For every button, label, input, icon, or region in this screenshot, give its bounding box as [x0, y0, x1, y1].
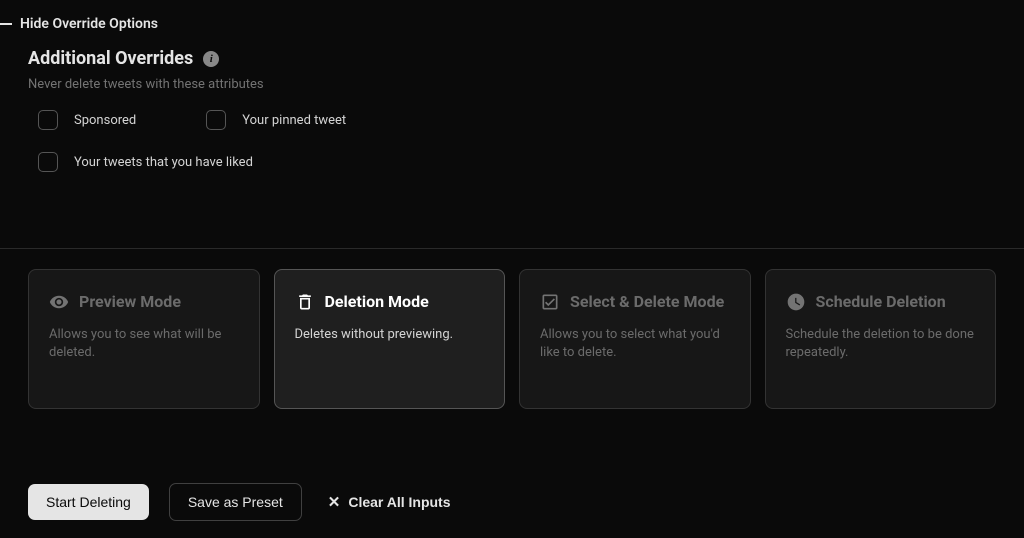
card-desc: Deletes without previewing. — [295, 326, 485, 344]
checkbox-sponsored-item[interactable]: Sponsored — [38, 110, 136, 130]
eye-icon — [49, 292, 69, 312]
card-title: Preview Mode — [79, 292, 181, 311]
trash-icon — [295, 292, 315, 312]
section-title: Additional Overrides — [28, 48, 193, 69]
card-title: Schedule Deletion — [816, 292, 946, 311]
card-title: Select & Delete Mode — [570, 292, 724, 311]
clear-inputs-button[interactable]: ✕ Clear All Inputs — [322, 483, 457, 521]
clock-icon — [786, 292, 806, 312]
close-icon: ✕ — [328, 493, 341, 511]
checkbox-pinned[interactable] — [206, 110, 226, 130]
checkbox-label: Your tweets that you have liked — [74, 155, 253, 170]
checkbox-label: Your pinned tweet — [242, 113, 346, 128]
card-title: Deletion Mode — [325, 292, 429, 311]
save-preset-button[interactable]: Save as Preset — [169, 483, 302, 521]
checkbox-icon — [540, 292, 560, 312]
clear-label: Clear All Inputs — [348, 494, 450, 510]
mode-card-schedule[interactable]: Schedule Deletion Schedule the deletion … — [765, 269, 997, 409]
checkbox-liked-item[interactable]: Your tweets that you have liked — [38, 152, 253, 172]
section-subtitle: Never delete tweets with these attribute… — [28, 77, 996, 92]
checkbox-sponsored[interactable] — [38, 110, 58, 130]
mode-card-deletion[interactable]: Deletion Mode Deletes without previewing… — [274, 269, 506, 409]
checkbox-liked[interactable] — [38, 152, 58, 172]
mode-card-preview[interactable]: Preview Mode Allows you to see what will… — [28, 269, 260, 409]
info-icon[interactable]: i — [203, 51, 219, 67]
hide-override-toggle[interactable]: Hide Override Options — [0, 0, 1024, 48]
minus-icon — [0, 23, 12, 25]
toggle-label: Hide Override Options — [20, 16, 158, 32]
checkbox-label: Sponsored — [74, 113, 136, 128]
checkbox-pinned-item[interactable]: Your pinned tweet — [206, 110, 346, 130]
start-deleting-button[interactable]: Start Deleting — [28, 484, 149, 520]
card-desc: Allows you to select what you'd like to … — [540, 326, 730, 362]
mode-card-select-delete[interactable]: Select & Delete Mode Allows you to selec… — [519, 269, 751, 409]
card-desc: Allows you to see what will be deleted. — [49, 326, 239, 362]
card-desc: Schedule the deletion to be done repeate… — [786, 326, 976, 362]
